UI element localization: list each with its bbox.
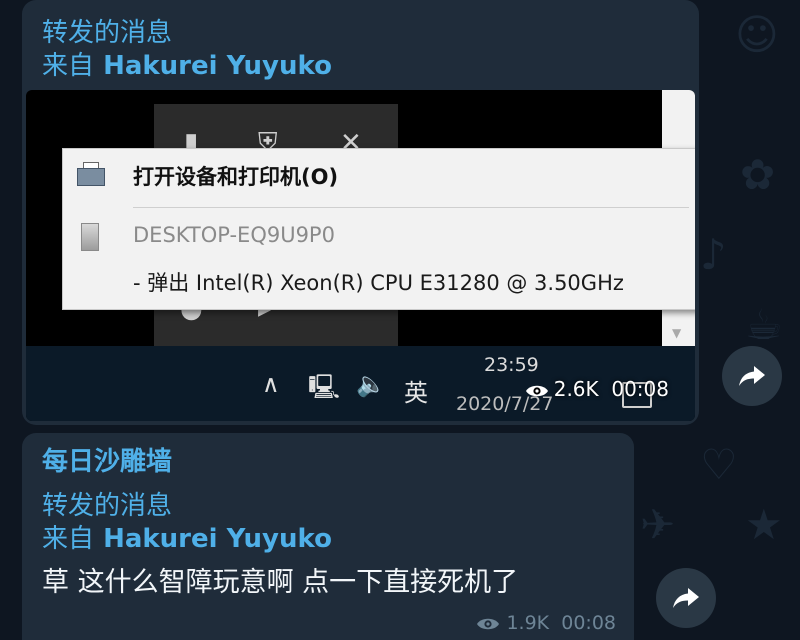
share-button[interactable] — [656, 568, 716, 628]
chevron-up-icon: ∧ — [262, 370, 280, 398]
view-count: 2.6K — [553, 377, 599, 401]
photo-meta: 2.6K 00:08 — [519, 374, 675, 404]
forwarded-label: 转发的消息 — [42, 18, 173, 48]
photo-attachment[interactable]: ▮ ⛨ ✕ ● ▸ ▼ 打开设备和打印机(O) DESKTOP-EQ9U9P0 … — [26, 90, 695, 421]
menu-item-eject: - 弹出 Intel(R) Xeon(R) CPU E31280 @ 3.50G… — [133, 271, 624, 295]
message-meta: 1.9K 00:08 — [476, 612, 616, 634]
share-arrow-icon — [739, 366, 765, 386]
scroll-down-arrow-icon: ▼ — [672, 326, 682, 340]
network-icon: 🖳 — [308, 373, 341, 401]
taskbar-clock-time: 23:59 — [484, 354, 539, 376]
ime-indicator: 英 — [404, 379, 428, 407]
message-bubble[interactable]: 转发的消息 来自 Hakurei Yuyuko ▮ ⛨ ✕ ● ▸ ▼ 打开设备… — [22, 0, 699, 425]
message-bubble[interactable]: 每日沙雕墙 转发的消息 来自 Hakurei Yuyuko 草 这什么智障玩意啊… — [22, 433, 634, 640]
menu-item-open-devices: 打开设备和打印机(O) — [133, 165, 339, 189]
menu-item-device-name: DESKTOP-EQ9U9P0 — [133, 223, 335, 247]
printer-icon — [75, 162, 107, 190]
context-menu: 打开设备和打印机(O) DESKTOP-EQ9U9P0 - 弹出 Intel(R… — [62, 148, 695, 310]
forward-source-name[interactable]: Hakurei Yuyuko — [103, 524, 332, 554]
eye-icon — [525, 385, 548, 396]
from-prefix: 来自 — [42, 51, 95, 81]
forwarded-from[interactable]: 来自 Hakurei Yuyuko — [42, 523, 332, 555]
channel-name[interactable]: 每日沙雕墙 — [42, 446, 172, 478]
forward-source-name[interactable]: Hakurei Yuyuko — [103, 51, 332, 81]
forwarded-from[interactable]: 来自 Hakurei Yuyuko — [42, 50, 332, 82]
drive-icon — [81, 223, 99, 251]
share-button[interactable] — [722, 346, 782, 406]
menu-separator — [133, 207, 689, 208]
volume-icon: 🔈 — [356, 370, 386, 398]
eye-icon — [477, 618, 500, 629]
message-text: 草 这什么智障玩意啊 点一下直接死机了 — [42, 567, 519, 598]
forwarded-label: 转发的消息 — [42, 491, 173, 521]
message-time: 00:08 — [611, 377, 669, 401]
from-prefix: 来自 — [42, 524, 95, 554]
view-count: 1.9K — [506, 612, 550, 634]
share-arrow-icon — [673, 588, 699, 608]
message-time: 00:08 — [561, 612, 616, 634]
